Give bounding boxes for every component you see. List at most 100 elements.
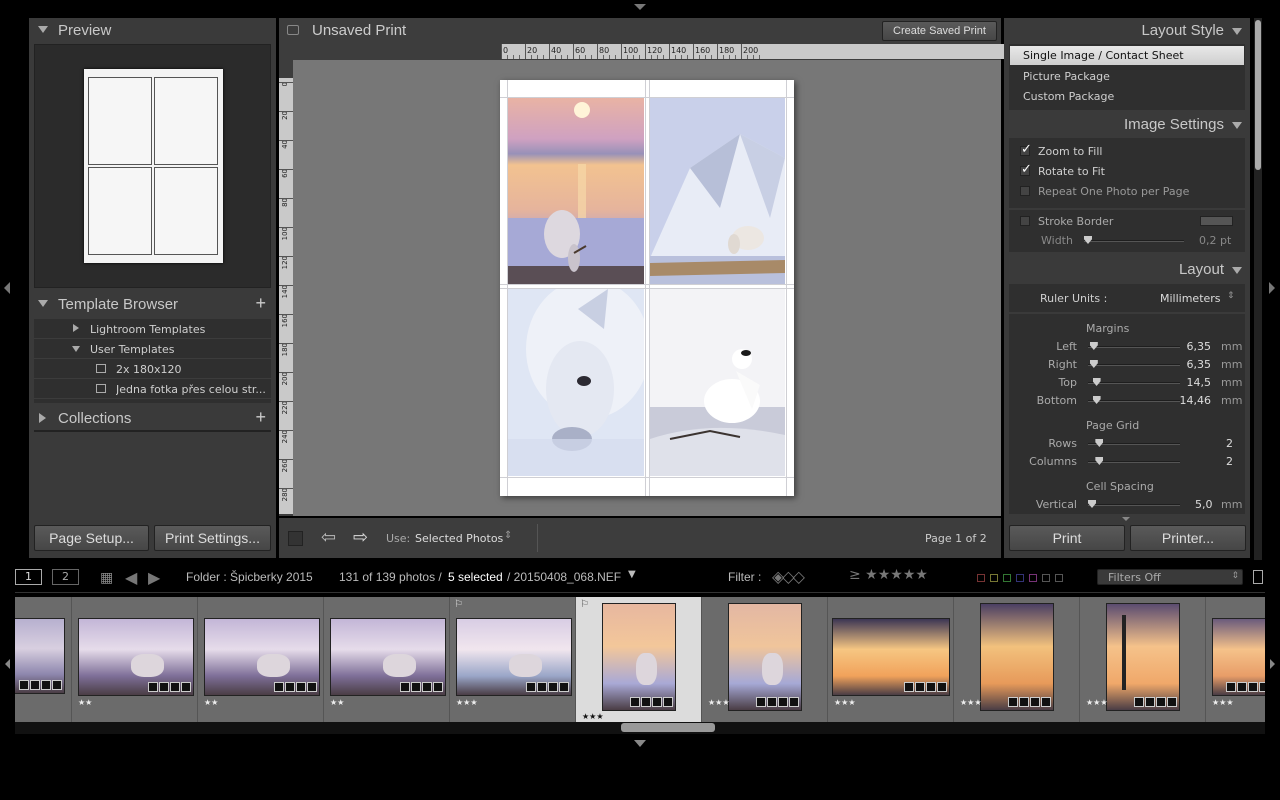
thumbnail-badge-icon[interactable]: [41, 680, 51, 690]
scrollbar-thumb[interactable]: [1255, 20, 1261, 170]
collapse-icon[interactable]: [1232, 27, 1242, 35]
next-page-icon[interactable]: ⇨: [353, 527, 368, 548]
thumbnail-badge-icon[interactable]: [1156, 697, 1166, 707]
width-slider[interactable]: [1084, 236, 1184, 244]
grid-view-icon[interactable]: ▦: [100, 570, 113, 586]
thumbnail-badge-icon[interactable]: [1226, 682, 1236, 692]
template-browser-header[interactable]: Template Browser +: [29, 292, 276, 316]
thumbnail-rating[interactable]: ★★★: [582, 712, 604, 721]
dropdown-arrows-icon[interactable]: ⇕: [1227, 291, 1235, 301]
thumbnail-badge-icon[interactable]: [1019, 697, 1029, 707]
back-arrow-icon[interactable]: ◀: [125, 568, 137, 587]
layout-style-option[interactable]: Custom Package: [1023, 90, 1114, 103]
create-saved-print-button[interactable]: Create Saved Print: [882, 21, 997, 41]
rotate-to-fit-checkbox[interactable]: [1020, 162, 1032, 177]
slider-thumb[interactable]: [1089, 360, 1098, 368]
filmstrip-thumbnail[interactable]: ★★: [72, 597, 198, 722]
thumbnail-badge-icon[interactable]: [652, 697, 662, 707]
filmstrip-thumbnail[interactable]: ★★: [198, 597, 324, 722]
slider-thumb[interactable]: [1092, 378, 1101, 386]
thumbnail-badge-icon[interactable]: [1008, 697, 1018, 707]
left-panel-toggle-icon[interactable]: [4, 282, 10, 294]
print-button[interactable]: Print: [1009, 525, 1125, 551]
thumbnail-badge-icon[interactable]: [915, 682, 925, 692]
image-settings-header[interactable]: Image Settings: [1124, 116, 1242, 133]
ruler-units-select[interactable]: Millimeters: [1160, 292, 1221, 305]
thumbnail-badge-icon[interactable]: [1248, 682, 1258, 692]
thumbnail-badge-icon[interactable]: [30, 680, 40, 690]
thumbnail-rating[interactable]: ★★★: [708, 698, 730, 707]
layout-style-option-selected[interactable]: Single Image / Contact Sheet: [1010, 46, 1244, 65]
thumbnail-badge-icon[interactable]: [1134, 697, 1144, 707]
filmstrip-thumbnail[interactable]: ★★★: [702, 597, 828, 722]
current-file[interactable]: / 20150408_068.NEF: [507, 570, 621, 584]
thumbnail-badge-icon[interactable]: [641, 697, 651, 707]
photo-cell-reindeer-mountain[interactable]: [650, 98, 785, 284]
bottom-panel-toggle-icon[interactable]: [634, 740, 646, 747]
thumbnail-badge-icon[interactable]: [937, 682, 947, 692]
thumbnail-badge-icon[interactable]: [1041, 697, 1051, 707]
top-panel-toggle-icon[interactable]: [634, 4, 646, 10]
thumbnail-rating[interactable]: ★★★: [1086, 698, 1108, 707]
stroke-color-swatch[interactable]: [1200, 216, 1233, 226]
photo-cell-ptarmigan[interactable]: [650, 289, 785, 476]
thumbnail-rating[interactable]: ★★★: [834, 698, 856, 707]
dropdown-arrows-icon[interactable]: ⇕: [504, 530, 512, 541]
color-label-filter[interactable]: [977, 572, 1077, 582]
filmstrip-scrollbar[interactable]: [15, 722, 1265, 734]
vertical-spacing-slider[interactable]: [1088, 500, 1180, 508]
add-template-icon[interactable]: +: [255, 293, 266, 314]
filmstrip-thumbnail[interactable]: ★★★: [1080, 597, 1206, 722]
thumbnail-badge-icon[interactable]: [1145, 697, 1155, 707]
filmstrip-scroll-left-icon[interactable]: [5, 659, 10, 669]
right-panel-toggle-icon[interactable]: [1269, 282, 1275, 294]
thumbnail-badge-icon[interactable]: [1259, 682, 1265, 692]
stroke-border-checkbox[interactable]: [1020, 216, 1030, 226]
template-folder-user[interactable]: User Templates: [34, 339, 271, 359]
margin-right-slider[interactable]: [1088, 360, 1180, 368]
filmstrip-thumbnail[interactable]: [15, 597, 72, 722]
grid-columns-slider[interactable]: [1088, 457, 1180, 465]
margin-left-value[interactable]: 6,35: [1187, 340, 1212, 353]
thumbnail-badge-icon[interactable]: [159, 682, 169, 692]
template-folder-lightroom[interactable]: Lightroom Templates: [34, 319, 271, 339]
vertical-value[interactable]: 5,0: [1195, 498, 1213, 511]
margin-bottom-slider[interactable]: [1088, 396, 1180, 404]
thumbnail-badge-icon[interactable]: [789, 697, 799, 707]
thumbnail-badge-icon[interactable]: [274, 682, 284, 692]
filter-lock-icon[interactable]: [1253, 570, 1263, 584]
thumbnail-badge-icon[interactable]: [559, 682, 569, 692]
filmstrip-thumbnail[interactable]: ★★★ ⚐: [450, 597, 576, 722]
thumbnail-rating[interactable]: ★★: [330, 698, 344, 707]
flag-filter-icons[interactable]: ◈◇◇: [772, 567, 805, 586]
template-item[interactable]: Jedna fotka přes celou str...: [34, 379, 271, 399]
thumbnail-rating[interactable]: ★★★: [1212, 698, 1234, 707]
print-settings-button[interactable]: Print Settings...: [154, 525, 271, 551]
filmstrip-thumbnail[interactable]: ★★: [324, 597, 450, 722]
scrollbar-thumb[interactable]: [621, 723, 715, 732]
grid-rows-value[interactable]: 2: [1226, 437, 1233, 450]
slider-thumb[interactable]: [1095, 457, 1104, 465]
collapse-icon[interactable]: [38, 26, 48, 33]
thumbnail-badge-icon[interactable]: [767, 697, 777, 707]
filmstrip-scroll-right-icon[interactable]: [1270, 659, 1275, 669]
grid-rows-slider[interactable]: [1088, 439, 1180, 447]
layout-style-option[interactable]: Picture Package: [1023, 70, 1110, 83]
expand-icon[interactable]: [73, 324, 79, 332]
collapse-icon[interactable]: [1232, 266, 1242, 274]
thumbnail-badge-icon[interactable]: [1167, 697, 1177, 707]
slider-thumb[interactable]: [1092, 396, 1101, 404]
thumbnail-badge-icon[interactable]: [926, 682, 936, 692]
filmstrip-thumbnail[interactable]: ★★★: [828, 597, 954, 722]
forward-arrow-icon[interactable]: ▶: [148, 568, 160, 587]
photo-cell-reindeer-sunset[interactable]: [508, 98, 644, 284]
thumbnail-badge-icon[interactable]: [548, 682, 558, 692]
layout-style-header[interactable]: Layout Style: [1141, 22, 1242, 39]
thumbnail-badge-icon[interactable]: [52, 680, 62, 690]
margin-right-value[interactable]: 6,35: [1187, 358, 1212, 371]
thumbnail-rating[interactable]: ★★: [78, 698, 92, 707]
flag-icon[interactable]: ⚐: [580, 599, 589, 610]
thumbnail-badge-icon[interactable]: [663, 697, 673, 707]
thumbnail-badge-icon[interactable]: [537, 682, 547, 692]
thumbnail-badge-icon[interactable]: [630, 697, 640, 707]
